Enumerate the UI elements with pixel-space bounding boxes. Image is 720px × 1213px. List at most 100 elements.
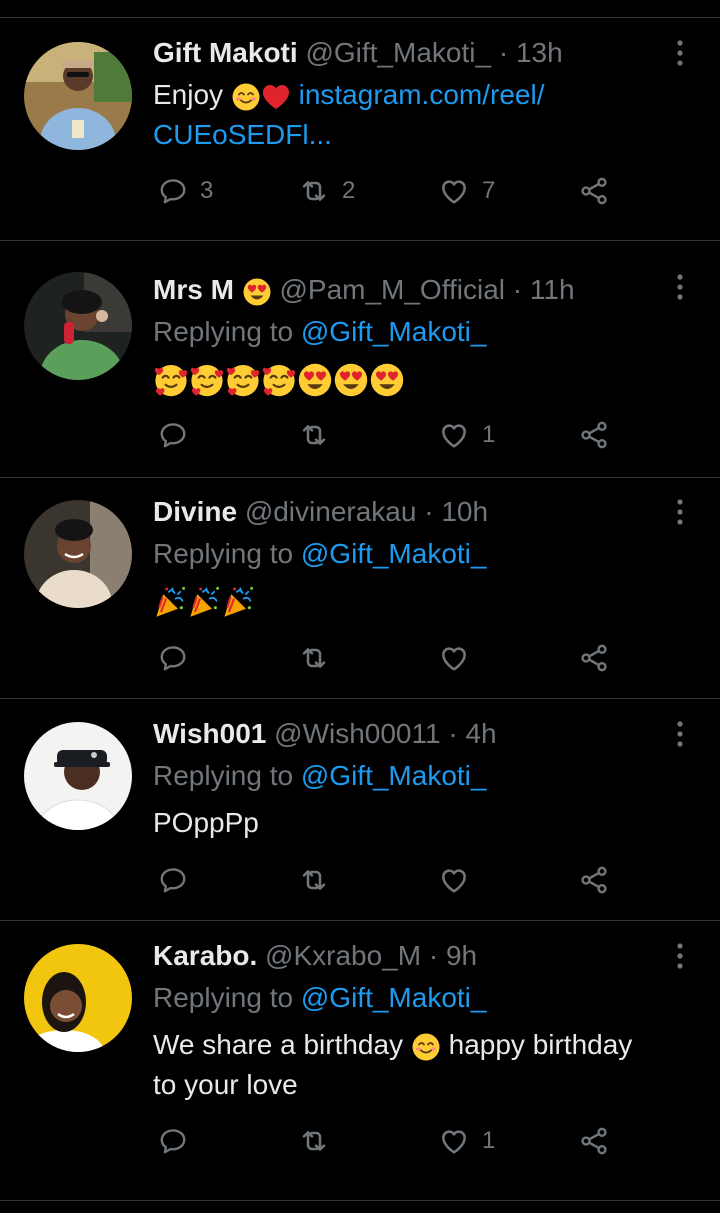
heart-eyes-emoji: [369, 362, 405, 398]
reply-button[interactable]: [158, 860, 200, 900]
retweet-icon: [298, 175, 330, 207]
replying-to-label: Replying to: [153, 982, 294, 1013]
reply-icon: [158, 643, 188, 673]
reply-icon: [158, 865, 188, 895]
tweet-header: Gift Makoti @Gift_Makoti_ · 13h: [153, 35, 563, 71]
divider-top: [0, 17, 720, 18]
more-icon[interactable]: [666, 35, 694, 71]
share-button[interactable]: [578, 860, 610, 900]
like-icon: [438, 419, 470, 451]
share-button[interactable]: [578, 1121, 610, 1161]
like-icon: [438, 864, 470, 896]
party-popper-emoji: [221, 585, 255, 619]
retweet-button[interactable]: [298, 1121, 342, 1161]
replying-to: Replying to @Gift_Makoti_: [153, 980, 486, 1016]
handle[interactable]: @Wish00011: [274, 718, 440, 749]
share-icon: [578, 642, 610, 674]
display-name[interactable]: Gift Makoti: [153, 37, 298, 68]
share-icon: [578, 175, 610, 207]
display-name[interactable]: Divine: [153, 496, 237, 527]
avatar[interactable]: [24, 944, 132, 1052]
replying-to-handle[interactable]: @Gift_Makoti_: [301, 760, 487, 791]
tweet-header: Wish001 @Wish00011 · 4h: [153, 716, 497, 752]
retweet-count: 2: [342, 177, 356, 204]
retweet-icon: [298, 642, 330, 674]
tweet-text-part: happy birthday: [448, 1029, 633, 1060]
tweet-header: Karabo. @Kxrabo_M · 9h: [153, 938, 477, 974]
timestamp[interactable]: · 11h: [513, 274, 575, 305]
divider: [0, 920, 720, 921]
replying-to: Replying to @Gift_Makoti_: [153, 314, 486, 350]
like-button[interactable]: 7: [438, 171, 495, 211]
reply-button[interactable]: [158, 1121, 200, 1161]
display-name[interactable]: Mrs M: [153, 274, 234, 305]
more-icon[interactable]: [666, 494, 694, 530]
tweet-text: We share a birthday happy birthday: [153, 1027, 632, 1063]
display-name[interactable]: Karabo.: [153, 940, 257, 971]
replying-to-handle[interactable]: @Gift_Makoti_: [301, 316, 487, 347]
tweet-header: Mrs M @Pam_M_Official · 11h: [153, 272, 575, 308]
more-icon[interactable]: [666, 269, 694, 305]
avatar[interactable]: [24, 42, 132, 150]
smiling-face-with-hearts-emoji: [225, 362, 261, 398]
timestamp[interactable]: · 13h: [499, 37, 563, 68]
retweet-icon: [298, 1125, 330, 1157]
reply-icon: [158, 420, 188, 450]
heart-eyes-emoji: [297, 362, 333, 398]
like-button[interactable]: [438, 638, 482, 678]
share-button[interactable]: [578, 415, 610, 455]
tweet-header: Divine @divinerakau · 10h: [153, 494, 488, 530]
handle[interactable]: @divinerakau: [245, 496, 417, 527]
smiling-face-emoji: [411, 1032, 441, 1062]
reply-count: 3: [200, 177, 214, 204]
reply-icon: [158, 176, 188, 206]
handle[interactable]: @Pam_M_Official: [279, 274, 505, 305]
smiling-face-with-hearts-emoji: [261, 362, 297, 398]
like-icon: [438, 175, 470, 207]
retweet-button[interactable]: [298, 638, 342, 678]
share-icon: [578, 1125, 610, 1157]
like-button[interactable]: [438, 860, 482, 900]
tweet-actions: 1: [0, 1121, 720, 1161]
retweet-button[interactable]: [298, 860, 342, 900]
smiling-face-emoji: [231, 82, 261, 112]
avatar[interactable]: [24, 500, 132, 608]
divider: [0, 477, 720, 478]
tweet-actions: [0, 638, 720, 678]
retweet-button[interactable]: 2: [298, 171, 355, 211]
retweet-icon: [298, 864, 330, 896]
tweet-text-continued: to your love: [153, 1069, 298, 1100]
replying-to-handle[interactable]: @Gift_Makoti_: [301, 538, 487, 569]
handle[interactable]: @Gift_Makoti_: [305, 37, 491, 68]
reply-button[interactable]: [158, 415, 200, 455]
share-button[interactable]: [578, 638, 610, 678]
reply-icon: [158, 1126, 188, 1156]
tweet-link-continued[interactable]: CUEoSEDFl...: [153, 117, 332, 153]
heart-eyes-emoji: [333, 362, 369, 398]
reply-button[interactable]: 3: [158, 171, 213, 211]
timestamp[interactable]: · 10h: [424, 496, 488, 527]
avatar[interactable]: [24, 272, 132, 380]
tweet-actions: [0, 860, 720, 900]
smiling-face-with-hearts-emoji: [189, 362, 225, 398]
smiling-face-with-hearts-emoji: [153, 362, 189, 398]
handle[interactable]: @Kxrabo_M: [265, 940, 421, 971]
avatar[interactable]: [24, 722, 132, 830]
share-icon: [578, 864, 610, 896]
like-button[interactable]: 1: [438, 1121, 495, 1161]
more-icon[interactable]: [666, 938, 694, 974]
more-icon[interactable]: [666, 716, 694, 752]
retweet-button[interactable]: [298, 415, 342, 455]
timestamp[interactable]: · 9h: [429, 940, 477, 971]
display-name[interactable]: Wish001: [153, 718, 266, 749]
tweet-link[interactable]: instagram.com/reel/: [299, 79, 545, 110]
replying-to-handle[interactable]: @Gift_Makoti_: [301, 982, 487, 1013]
timestamp[interactable]: · 4h: [448, 718, 496, 749]
divider: [0, 240, 720, 241]
tweet-text: POppPp: [153, 807, 259, 838]
reply-button[interactable]: [158, 638, 200, 678]
party-popper-emoji: [153, 585, 187, 619]
like-button[interactable]: 1: [438, 415, 495, 455]
share-button[interactable]: [578, 171, 610, 211]
tweet-emojis: [153, 582, 255, 619]
